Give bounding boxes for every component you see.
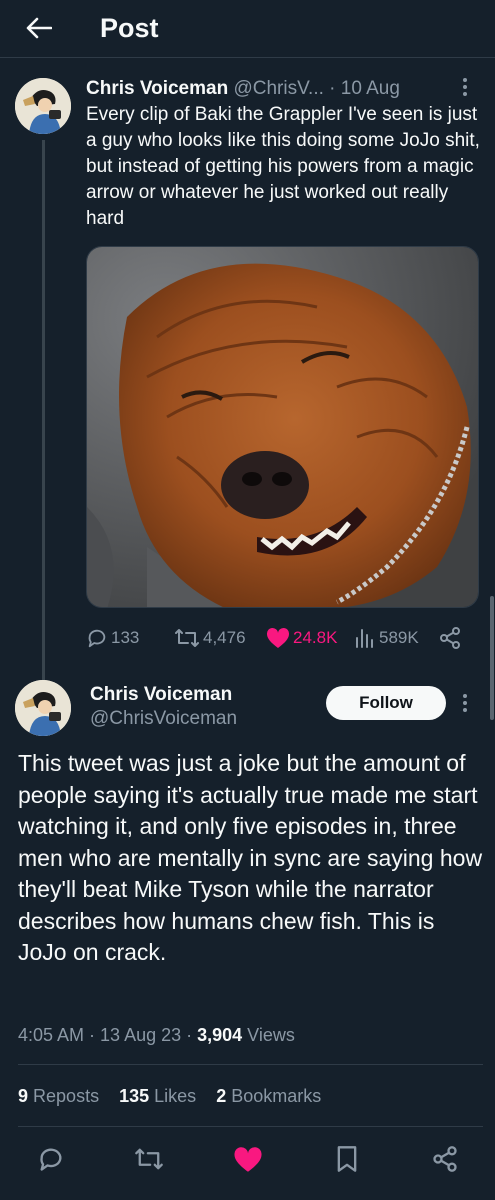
more-options-icon[interactable] bbox=[462, 76, 468, 102]
reply-icon bbox=[88, 629, 106, 648]
tweet-image[interactable] bbox=[86, 246, 479, 608]
post-timestamp[interactable]: 4:05 AM · 13 Aug 23 · bbox=[18, 1025, 197, 1045]
post-action-bar bbox=[0, 1140, 495, 1176]
share-icon bbox=[440, 627, 460, 649]
like-button[interactable]: 24.8K bbox=[266, 624, 337, 652]
tweet-text: Every clip of Baki the Grappler I've see… bbox=[86, 104, 480, 229]
likes-stat[interactable]: 135 Likes bbox=[119, 1086, 196, 1106]
author-handle[interactable]: @ChrisV... bbox=[233, 78, 323, 99]
repost-count: 4,476 bbox=[203, 628, 246, 647]
reply-avatar[interactable] bbox=[15, 680, 71, 736]
reposts-stat-count: 9 bbox=[18, 1086, 29, 1106]
like-count: 24.8K bbox=[293, 628, 338, 647]
views-chart-icon bbox=[356, 629, 373, 648]
tweet-header: Chris Voiceman @ChrisV... · 10 Aug bbox=[86, 76, 400, 102]
heart-icon bbox=[266, 627, 290, 648]
reply-count: 133 bbox=[111, 628, 140, 647]
post-meta: 4:05 AM · 13 Aug 23 · 3,904 Views bbox=[18, 1022, 295, 1048]
views-count: 589K bbox=[379, 628, 419, 647]
page-title: Post bbox=[100, 13, 159, 43]
reply-text: This tweet was just a joke but the amoun… bbox=[18, 750, 483, 965]
follow-button[interactable]: Follow bbox=[326, 686, 446, 720]
tweet-date[interactable]: · 10 Aug bbox=[329, 78, 400, 99]
repost-button[interactable]: 4,476 bbox=[174, 624, 246, 652]
reply-icon bbox=[40, 1148, 62, 1171]
heart-icon bbox=[234, 1146, 262, 1172]
reply-author-handle[interactable]: @ChrisVoiceman bbox=[90, 707, 237, 731]
views-button[interactable]: 589K bbox=[354, 624, 419, 652]
back-arrow-icon[interactable] bbox=[22, 12, 56, 44]
repost-button[interactable] bbox=[134, 1144, 164, 1174]
avatar[interactable] bbox=[15, 78, 71, 134]
divider bbox=[18, 1126, 483, 1127]
engagement-stats: 9 Reposts 135 Likes 2 Bookmarks bbox=[18, 1083, 321, 1109]
bookmarks-stat-count: 2 bbox=[216, 1086, 227, 1106]
reply-author-name[interactable]: Chris Voiceman bbox=[90, 683, 232, 707]
divider bbox=[18, 1064, 483, 1065]
post-view-count: 3,904 bbox=[197, 1025, 243, 1045]
bookmark-button[interactable] bbox=[332, 1144, 362, 1174]
scrollbar[interactable] bbox=[490, 596, 494, 720]
grinning-dog-photo-icon bbox=[87, 247, 478, 607]
likes-stat-count: 135 bbox=[119, 1086, 150, 1106]
likes-stat-label: Likes bbox=[154, 1086, 197, 1106]
reposts-stat[interactable]: 9 Reposts bbox=[18, 1086, 99, 1106]
reposts-stat-label: Reposts bbox=[33, 1086, 100, 1106]
repost-icon bbox=[175, 629, 199, 647]
header-divider bbox=[0, 57, 495, 58]
reply-button[interactable] bbox=[36, 1144, 66, 1174]
bookmarks-stat-label: Bookmarks bbox=[231, 1086, 322, 1106]
reply-button[interactable]: 133 bbox=[86, 624, 139, 652]
share-button[interactable] bbox=[438, 624, 462, 652]
top-bar: Post bbox=[0, 0, 495, 56]
share-icon bbox=[433, 1146, 457, 1172]
tweet-actions: 133 4,476 24.8K 589K bbox=[86, 624, 481, 652]
repost-icon bbox=[135, 1148, 163, 1170]
bookmark-icon bbox=[337, 1146, 357, 1172]
share-button[interactable] bbox=[430, 1144, 460, 1174]
like-button[interactable] bbox=[233, 1144, 263, 1174]
author-name[interactable]: Chris Voiceman bbox=[86, 78, 228, 99]
bookmarks-stat[interactable]: 2 Bookmarks bbox=[216, 1086, 321, 1106]
reply-more-options-icon[interactable] bbox=[462, 692, 468, 718]
thread-line bbox=[42, 140, 45, 680]
post-views-label: Views bbox=[242, 1025, 295, 1045]
